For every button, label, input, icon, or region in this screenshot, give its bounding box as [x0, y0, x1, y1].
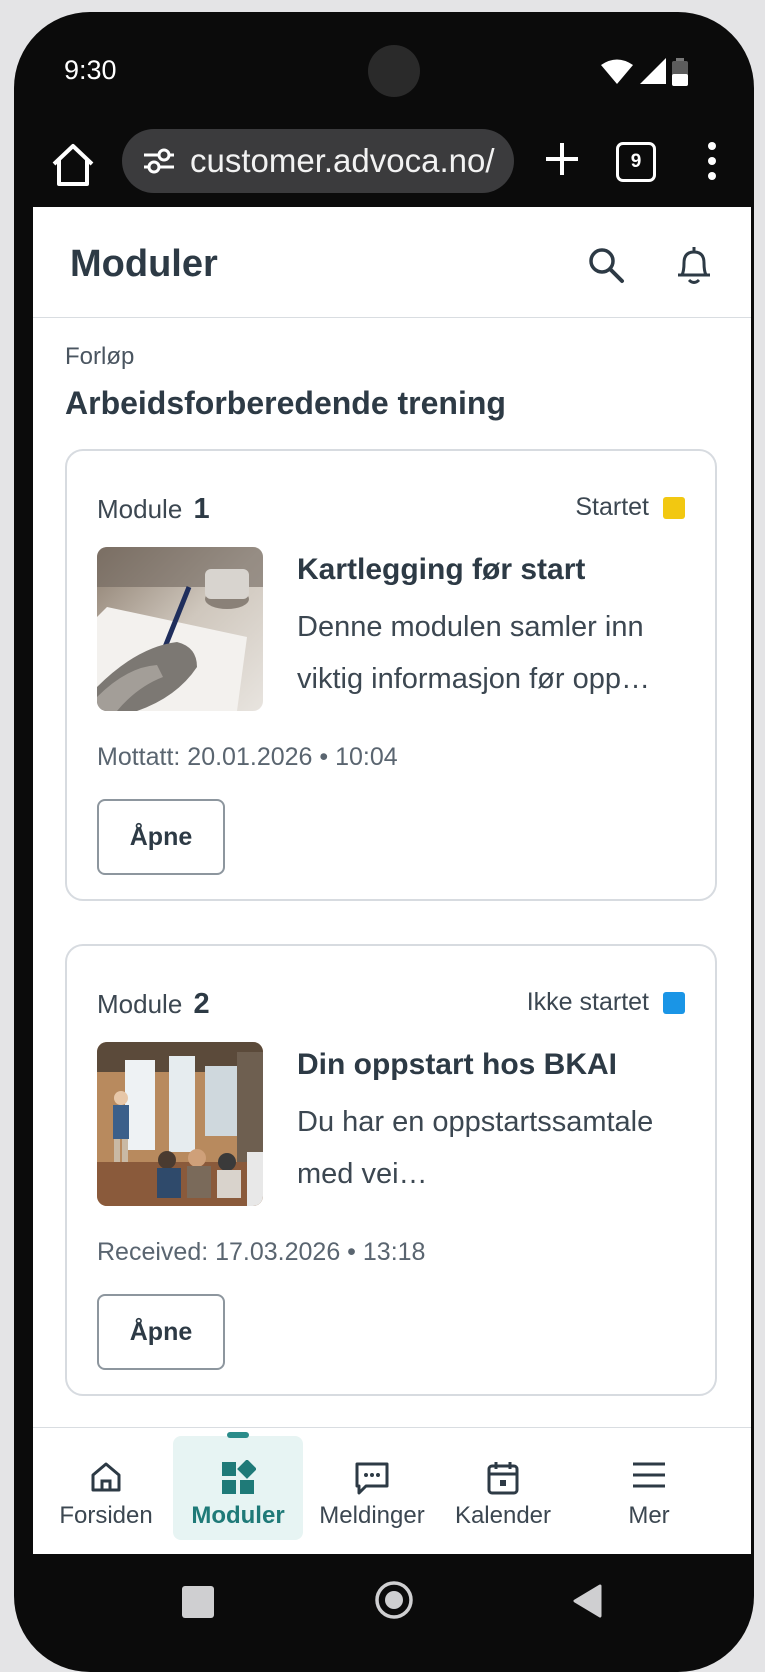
nav-label: Mer	[628, 1502, 670, 1529]
module-description: Du har en oppstartssamtale med vei…	[297, 1106, 654, 1190]
module-label: Module	[97, 989, 183, 1019]
nav-label: Meldinger	[319, 1502, 425, 1529]
nav-label: Moduler	[191, 1502, 285, 1529]
module-header: Module 2	[97, 988, 210, 1021]
wifi-icon	[601, 59, 633, 84]
status-text: Ikke startet	[526, 988, 649, 1016]
nav-item-mer[interactable]: Mer	[589, 1428, 709, 1554]
back-button-icon[interactable]	[572, 1584, 602, 1618]
site-settings-icon[interactable]	[142, 146, 176, 176]
nav-item-moduler[interactable]: Moduler	[173, 1432, 303, 1540]
module-thumbnail	[97, 547, 263, 711]
open-module-button[interactable]: Åpne	[97, 799, 225, 875]
status-bar: 9:30	[0, 0, 765, 125]
browser-menu-icon[interactable]	[700, 139, 724, 183]
nav-item-kalender[interactable]: Kalender	[443, 1428, 563, 1554]
course-label: Forløp	[65, 343, 135, 370]
module-title[interactable]: Kartlegging før start	[297, 553, 585, 587]
calendar-icon	[487, 1462, 519, 1495]
active-indicator	[227, 1432, 249, 1438]
app-header: Moduler	[33, 207, 751, 318]
open-module-button[interactable]: Åpne	[97, 1294, 225, 1370]
web-page: Moduler Forløp Arbeidsforberedende treni…	[33, 207, 751, 1554]
home-icon	[91, 1462, 121, 1492]
address-bar[interactable]: customer.advoca.no/	[122, 129, 514, 193]
module-number: 2	[193, 988, 210, 1020]
module-number: 1	[193, 493, 210, 525]
menu-icon	[633, 1462, 665, 1488]
nav-item-forsiden[interactable]: Forsiden	[47, 1428, 165, 1554]
notification-bell-icon[interactable]	[674, 243, 714, 287]
status-text: Startet	[575, 493, 649, 521]
status-time: 9:30	[64, 55, 117, 85]
battery-icon	[672, 58, 688, 86]
module-card: Module 1 Startet Kartlegging før start D…	[65, 449, 717, 901]
status-indicator	[663, 496, 685, 519]
home-button-icon[interactable]	[374, 1580, 414, 1620]
module-status: Startet	[575, 493, 685, 522]
tab-count: 9	[630, 151, 642, 172]
module-header: Module 1	[97, 493, 210, 526]
page-title: Moduler	[70, 243, 218, 285]
nav-label: Forsiden	[59, 1502, 153, 1529]
recents-button[interactable]	[182, 1586, 214, 1618]
received-date: Received: 17.03.2026 • 13:18	[97, 1238, 426, 1266]
bottom-navigation: Forsiden Moduler Meldinger Kalender Mer	[33, 1427, 751, 1554]
module-card: Module 2 Ikke startet Din oppstart hos B…	[65, 944, 717, 1396]
nav-label: Kalender	[454, 1502, 552, 1529]
module-status: Ikke startet	[527, 988, 685, 1017]
search-icon[interactable]	[586, 245, 626, 285]
message-icon	[355, 1462, 389, 1495]
received-date: Mottatt: 20.01.2026 • 10:04	[97, 743, 398, 771]
status-indicator	[663, 991, 685, 1014]
module-thumbnail	[97, 1042, 263, 1206]
modules-icon	[222, 1460, 256, 1494]
url-text: customer.advoca.no/	[190, 142, 495, 179]
nav-item-meldinger[interactable]: Meldinger	[311, 1428, 433, 1554]
camera-cutout	[368, 45, 420, 97]
browser-toolbar: customer.advoca.no/ 9	[0, 125, 765, 205]
new-tab-icon[interactable]	[542, 139, 582, 179]
module-description: Denne modulen samler inn viktig informas…	[297, 611, 650, 695]
system-navigation-bar	[0, 1556, 765, 1656]
browser-home-icon[interactable]	[48, 140, 98, 190]
tab-switcher-button[interactable]: 9	[616, 142, 656, 182]
module-title[interactable]: Din oppstart hos BKAI	[297, 1048, 617, 1082]
module-label: Module	[97, 494, 183, 524]
course-title: Arbeidsforberedende trening	[65, 385, 506, 421]
signal-icon	[640, 58, 666, 84]
